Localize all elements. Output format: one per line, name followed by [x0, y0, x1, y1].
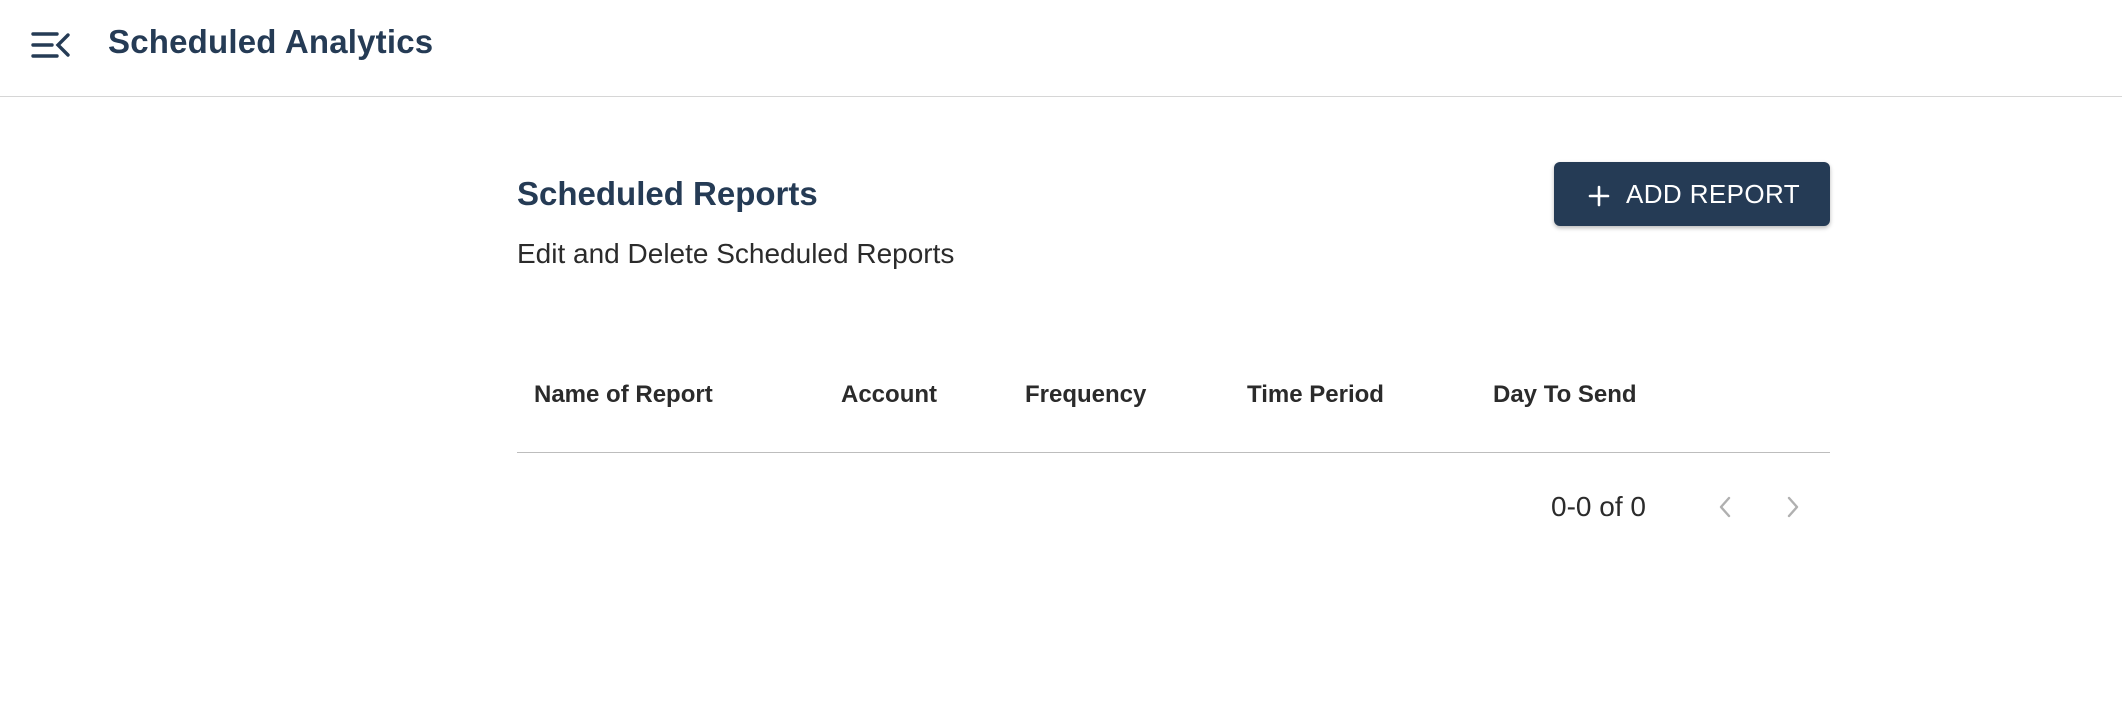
page-title: Scheduled Reports [517, 175, 818, 212]
chevron-left-icon [1719, 496, 1731, 518]
previous-page-button[interactable] [1709, 491, 1741, 523]
page-subtitle: Edit and Delete Scheduled Reports [517, 238, 955, 269]
table-header-row: Name of Report Account Frequency Time Pe… [517, 377, 1830, 453]
column-header-day-to-send[interactable]: Day To Send [1493, 377, 1637, 413]
add-report-button[interactable]: ADD REPORT [1554, 162, 1830, 226]
pagination: 0-0 of 0 [517, 487, 1830, 527]
column-header-frequency[interactable]: Frequency [1025, 377, 1146, 413]
plus-icon [1588, 185, 1610, 207]
pagination-range: 0-0 of 0 [1551, 491, 1646, 522]
add-report-label: ADD REPORT [1626, 178, 1800, 209]
menu-collapse-icon [31, 32, 70, 58]
app-title: Scheduled Analytics [108, 23, 434, 60]
menu-toggle-button[interactable] [26, 24, 76, 66]
chevron-right-icon [1787, 496, 1799, 518]
column-header-time-period[interactable]: Time Period [1247, 377, 1384, 413]
next-page-button[interactable] [1777, 491, 1809, 523]
column-header-account[interactable]: Account [841, 377, 937, 413]
column-header-name-of-report[interactable]: Name of Report [534, 377, 713, 413]
main-content: Scheduled Reports Edit and Delete Schedu… [517, 97, 1830, 724]
app-bar: Scheduled Analytics [0, 0, 2122, 97]
